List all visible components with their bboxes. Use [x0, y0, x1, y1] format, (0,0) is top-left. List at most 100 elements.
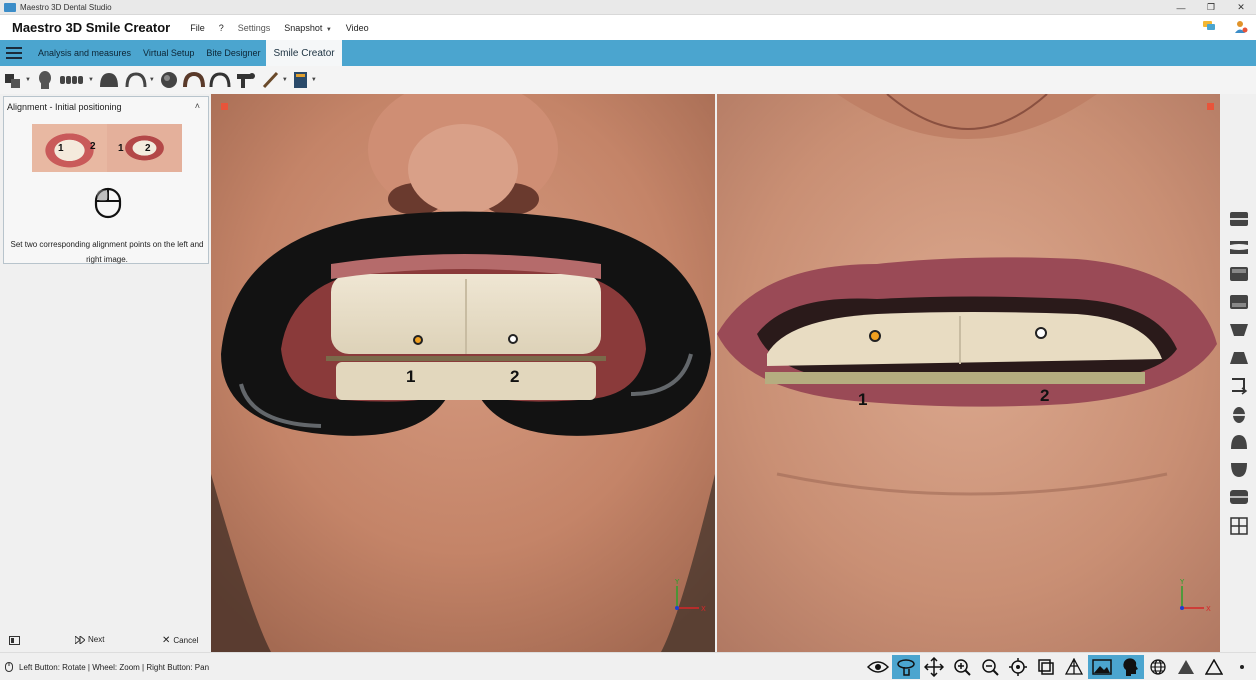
zoom-in-button[interactable] [948, 655, 976, 679]
left-image-viewport[interactable]: 1 2 Y X [211, 94, 715, 652]
thumbnail-right: 1 2 [107, 124, 182, 172]
menu-help[interactable]: ? [219, 23, 224, 33]
menu-settings[interactable]: Settings [238, 23, 271, 33]
zoom-in-icon [954, 659, 971, 676]
view-arch-upper-icon[interactable] [1228, 432, 1250, 452]
svg-text:Y: Y [1179, 578, 1185, 586]
view-open-icon[interactable] [1228, 237, 1250, 257]
collapse-icon[interactable]: ˄ [195, 101, 200, 111]
view-upper-icon[interactable] [1228, 264, 1250, 284]
articulator-icon [236, 73, 255, 88]
right-image-viewport[interactable]: 1 2 Y X [717, 94, 1220, 652]
pan-mode-button[interactable] [920, 655, 948, 679]
close-window-button[interactable]: ✕ [1226, 0, 1256, 15]
menu-snapshot[interactable]: Snapshot ▼ [284, 23, 332, 33]
frame-icon [1038, 659, 1054, 675]
view-incisor-icon[interactable] [1228, 405, 1250, 425]
tab-virtual-setup[interactable]: Virtual Setup [137, 40, 200, 66]
image-icon [1092, 659, 1112, 675]
alignment-panel: Alignment - Initial positioning ˄ 1 2 1 … [3, 96, 209, 264]
next-label: Next [88, 635, 105, 644]
implant-icon [160, 72, 177, 88]
thumb-left-point-1: 1 [58, 143, 64, 154]
chat-icon[interactable] [1202, 20, 1216, 32]
brush-icon [262, 71, 278, 89]
left-point-1-label: 1 [406, 367, 416, 386]
right-face-image [717, 94, 1220, 652]
status-bar: Left Button: Rotate | Wheel: Zoom | Righ… [0, 652, 1256, 680]
lower-arch-icon [209, 72, 231, 88]
chevron-down-icon: ▼ [325, 26, 332, 33]
view-top-icon[interactable] [1228, 348, 1250, 368]
cancel-label: Cancel [173, 636, 199, 645]
thumb-right-point-2: 2 [145, 143, 151, 154]
left-point-2-label: 2 [510, 367, 520, 386]
menu-video[interactable]: Video [346, 23, 369, 33]
head-tool[interactable] [35, 69, 55, 91]
mesh-button[interactable] [1144, 655, 1172, 679]
zoom-out-button[interactable] [976, 655, 1004, 679]
cancel-icon: ✕ [162, 635, 171, 646]
next-button[interactable]: Next [75, 635, 104, 644]
visibility-button[interactable] [864, 655, 892, 679]
arch-icon [125, 72, 147, 88]
svg-text:Y: Y [674, 578, 680, 586]
right-point-2-label: 2 [1040, 386, 1050, 405]
articulator-tool[interactable] [235, 69, 257, 91]
left-panel: Alignment - Initial positioning ˄ 1 2 1 … [0, 94, 211, 652]
view-bottom-icon[interactable] [1228, 320, 1250, 340]
face-view-button[interactable] [1116, 655, 1144, 679]
mouse-hint-icon [5, 662, 13, 672]
frame-view-button[interactable] [1032, 655, 1060, 679]
wireframe-button[interactable] [1060, 655, 1088, 679]
next-icon [75, 635, 85, 644]
tab-bite-designer[interactable]: Bite Designer [200, 40, 266, 66]
gum-tool[interactable] [98, 69, 120, 91]
example-thumbnails: 1 2 1 2 [32, 124, 182, 172]
thumbnail-left: 1 2 [32, 124, 107, 172]
thumb-left-point-2: 2 [90, 141, 96, 152]
book-tool[interactable]: ▼ [292, 69, 317, 91]
upper-arch-icon [182, 71, 205, 88]
view-front-icon[interactable] [1228, 209, 1250, 229]
right-viewport-close-icon[interactable] [1207, 103, 1214, 110]
status-hint: Left Button: Rotate | Wheel: Zoom | Righ… [19, 663, 210, 672]
rotate-view-icon[interactable] [1228, 375, 1250, 395]
eye-icon [867, 661, 889, 673]
zoom-out-icon [982, 659, 999, 676]
view-arch-lower-icon[interactable] [1228, 460, 1250, 480]
cancel-button[interactable]: ✕ Cancel [162, 635, 198, 646]
more-button[interactable] [1228, 655, 1256, 679]
solid-triangle-button[interactable] [1172, 655, 1200, 679]
main-toolbar: ▼ ▼ ▼ ▼ ▼ [0, 66, 1256, 94]
minimize-button[interactable]: — [1166, 0, 1196, 15]
view-lower-icon[interactable] [1228, 292, 1250, 312]
rotate-mode-button[interactable] [892, 655, 920, 679]
tab-analysis[interactable]: Analysis and measures [32, 40, 137, 66]
teeth-row-tool[interactable]: ▼ [59, 69, 94, 91]
lower-arch-tool[interactable] [209, 69, 231, 91]
center-view-button[interactable] [1004, 655, 1032, 679]
globe-icon [1150, 659, 1166, 675]
upper-arch-tool[interactable] [182, 69, 205, 91]
panel-toggle-icon[interactable] [9, 636, 20, 645]
axis-gizmo-icon: Y X [1179, 578, 1211, 613]
tab-smile-creator[interactable]: Smile Creator [266, 40, 342, 66]
left-viewport-close-icon[interactable] [221, 103, 228, 110]
layers-tool[interactable]: ▼ [4, 69, 31, 91]
user-icon[interactable] [1234, 20, 1248, 34]
view-occlusal-icon[interactable] [1228, 487, 1250, 507]
arch-tool[interactable]: ▼ [124, 69, 155, 91]
implant-tool[interactable] [159, 69, 179, 91]
brush-tool[interactable]: ▼ [261, 69, 288, 91]
pan-icon [924, 657, 944, 677]
grid-layout-icon[interactable] [1228, 516, 1250, 536]
rotate-hand-icon [897, 659, 915, 676]
image-view-button[interactable] [1088, 655, 1116, 679]
outline-triangle-button[interactable] [1200, 655, 1228, 679]
hamburger-menu-icon[interactable] [6, 47, 22, 59]
menu-file[interactable]: File [190, 23, 205, 33]
restore-button[interactable]: ❐ [1196, 0, 1226, 15]
axis-gizmo-icon: Y X [674, 578, 706, 613]
svg-text:X: X [1206, 605, 1211, 613]
